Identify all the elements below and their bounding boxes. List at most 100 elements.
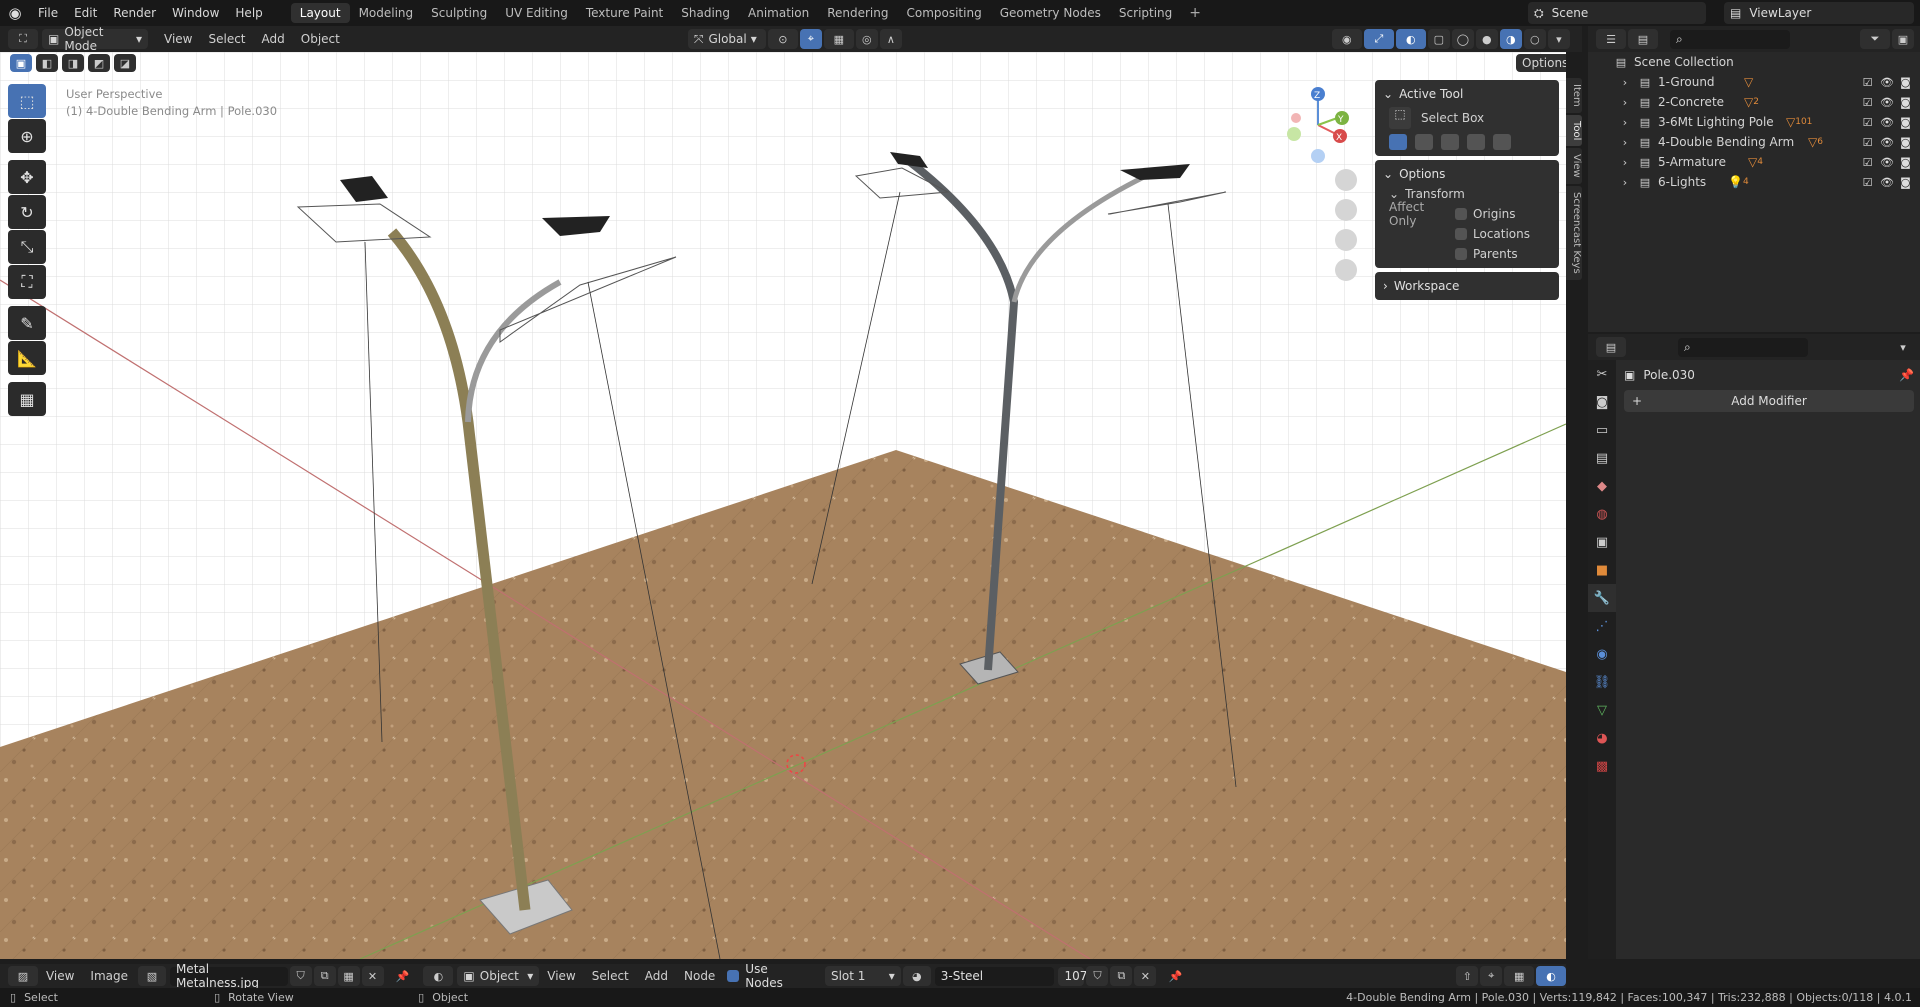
- scene-selector[interactable]: ⛭ Scene: [1528, 2, 1706, 24]
- menu-window[interactable]: Window: [164, 0, 227, 26]
- image-browse-icon[interactable]: ▧: [138, 966, 166, 986]
- camera-icon[interactable]: ◙: [1899, 76, 1912, 89]
- mode-subtract-icon[interactable]: [1441, 134, 1459, 150]
- zoom-icon[interactable]: [1335, 169, 1357, 191]
- chevron-down-icon[interactable]: ▾: [1892, 337, 1914, 357]
- tab-modeling[interactable]: Modeling: [350, 3, 423, 23]
- disclosure-icon[interactable]: ›: [1618, 96, 1632, 109]
- origins-checkbox[interactable]: [1455, 208, 1467, 220]
- camera-icon[interactable]: ◙: [1899, 136, 1912, 149]
- material-shading-icon[interactable]: ◑: [1499, 29, 1522, 49]
- editor-type-icon[interactable]: ⛶: [8, 29, 38, 49]
- mode-intersect-icon[interactable]: [1493, 134, 1511, 150]
- tab-item[interactable]: Item: [1566, 78, 1582, 113]
- snap-target-icon[interactable]: ▦: [1504, 966, 1535, 986]
- scale-tool-icon[interactable]: ⤡: [8, 230, 46, 264]
- eye-icon[interactable]: 👁: [1880, 136, 1894, 149]
- material-browse-icon[interactable]: ◕: [902, 966, 931, 986]
- view-layer-tab-icon[interactable]: ▤: [1588, 444, 1616, 472]
- checkbox-icon[interactable]: ☑: [1861, 176, 1874, 189]
- collection-tab-icon[interactable]: ▣: [1588, 528, 1616, 556]
- fake-user-icon[interactable]: ⛉: [289, 966, 312, 986]
- orientation-dropdown[interactable]: ⤧ Global ▾: [687, 29, 766, 49]
- display-mode-icon[interactable]: ▤: [1628, 29, 1658, 49]
- eye-icon[interactable]: 👁: [1880, 76, 1894, 89]
- filter-icon[interactable]: ⏷: [1860, 29, 1890, 49]
- tab-layout[interactable]: Layout: [290, 3, 350, 23]
- new-collection-icon[interactable]: ▣: [1892, 29, 1914, 49]
- tab-geometry-nodes[interactable]: Geometry Nodes: [991, 3, 1110, 23]
- tab-rendering[interactable]: Rendering: [818, 3, 897, 23]
- modifier-tab-icon[interactable]: 🔧: [1588, 584, 1616, 612]
- select-subtract-icon[interactable]: ◨: [62, 54, 84, 72]
- disclosure-icon[interactable]: ›: [1618, 176, 1632, 189]
- ortho-grid-icon[interactable]: [1335, 259, 1357, 281]
- add-workspace-icon[interactable]: +: [1181, 5, 1209, 21]
- pin-icon[interactable]: 📌: [392, 966, 414, 986]
- eye-icon[interactable]: 👁: [1880, 116, 1894, 129]
- menu-image[interactable]: Image: [82, 969, 136, 983]
- options-dropdown[interactable]: Options ▾: [1516, 54, 1566, 72]
- tab-screencast-keys[interactable]: Screencast Keys: [1566, 185, 1582, 280]
- physics-tab-icon[interactable]: ◉: [1588, 640, 1616, 668]
- menu-object[interactable]: Object: [293, 32, 348, 46]
- slot-dropdown[interactable]: Slot 1 ▾: [824, 966, 901, 986]
- menu-add[interactable]: Add: [254, 32, 293, 46]
- checkbox-icon[interactable]: ☑: [1861, 116, 1874, 129]
- 3d-viewport[interactable]: Z X Y ▣ ◧ ◨ ◩ ◪ Options ▾ ⬚ ⊕ ✥ ↻ ⤡ ⛶: [0, 52, 1566, 959]
- mode-new-icon[interactable]: [1389, 134, 1407, 150]
- snap-icon[interactable]: ⌖: [799, 29, 822, 49]
- unlink-icon[interactable]: ✕: [361, 966, 384, 986]
- mode-invert-icon[interactable]: [1467, 134, 1485, 150]
- annotate-tool-icon[interactable]: ✎: [8, 306, 46, 340]
- menu-add[interactable]: Add: [637, 969, 676, 983]
- properties-search-input[interactable]: ⌕: [1678, 337, 1808, 357]
- transform-tool-icon[interactable]: ⛶: [8, 265, 46, 299]
- options-header[interactable]: ⌄ Options: [1375, 164, 1559, 184]
- use-nodes-toggle[interactable]: Use Nodes: [727, 962, 809, 990]
- overlays-icon[interactable]: ◐: [1536, 966, 1567, 986]
- menu-render[interactable]: Render: [105, 0, 164, 26]
- outliner-row[interactable]: › ▤ 5-Armature ▽ 4 ☑ 👁 ◙: [1588, 152, 1920, 172]
- checkbox-icon[interactable]: ☑: [1861, 156, 1874, 169]
- pin-icon[interactable]: 📌: [1899, 368, 1914, 382]
- render-tab-icon[interactable]: ◙: [1588, 388, 1616, 416]
- snap-target-icon[interactable]: ▦: [823, 29, 854, 49]
- image-editor-icon[interactable]: ▨: [8, 966, 38, 986]
- outliner-row[interactable]: › ▤ 6-Lights 💡 4 ☑ 👁 ◙: [1588, 172, 1920, 192]
- checkbox-icon[interactable]: ☑: [1861, 136, 1874, 149]
- outliner-row[interactable]: › ▤ 1-Ground ▽ ☑ 👁 ◙: [1588, 72, 1920, 92]
- rendered-shading-icon[interactable]: ○: [1523, 29, 1546, 49]
- node-editor-icon[interactable]: ◐: [423, 966, 454, 986]
- outliner-row[interactable]: › ▤ 3-6Mt Lighting Pole ▽ 101 ☑ 👁 ◙: [1588, 112, 1920, 132]
- tab-scripting[interactable]: Scripting: [1110, 3, 1181, 23]
- overlays-icon[interactable]: ◐: [1395, 29, 1426, 49]
- pin-icon[interactable]: 📌: [1164, 966, 1186, 986]
- snap-icon[interactable]: ⌖: [1480, 966, 1503, 986]
- blender-logo-icon[interactable]: ◉: [0, 0, 30, 26]
- mode-dropdown[interactable]: ▣ Object Mode ▾: [42, 25, 148, 53]
- outliner-editor-icon[interactable]: ☰: [1596, 29, 1626, 49]
- camera-icon[interactable]: ◙: [1899, 156, 1912, 169]
- select-box-tool-icon[interactable]: ⬚: [8, 84, 46, 118]
- object-tab-icon[interactable]: ■: [1588, 556, 1616, 584]
- tab-texture-paint[interactable]: Texture Paint: [577, 3, 672, 23]
- eye-icon[interactable]: 👁: [1880, 156, 1894, 169]
- fake-user-icon[interactable]: ⛉: [1086, 966, 1109, 986]
- rotate-tool-icon[interactable]: ↻: [8, 195, 46, 229]
- eye-icon[interactable]: 👁: [1880, 176, 1894, 189]
- camera-icon[interactable]: ◙: [1899, 176, 1912, 189]
- material-name-field[interactable]: 3-Steel: [934, 966, 1055, 986]
- pan-hand-icon[interactable]: [1335, 199, 1357, 221]
- add-modifier-button[interactable]: + Add Modifier: [1624, 390, 1914, 412]
- solid-shading-icon[interactable]: ●: [1475, 29, 1498, 49]
- menu-node[interactable]: Node: [676, 969, 723, 983]
- workspace-header[interactable]: › Workspace: [1375, 276, 1559, 296]
- checkbox-icon[interactable]: ☑: [1861, 96, 1874, 109]
- scene-collection-row[interactable]: ▤ Scene Collection: [1588, 52, 1920, 72]
- active-tool-header[interactable]: ⌄ Active Tool: [1375, 84, 1559, 104]
- checkbox-icon[interactable]: ☑: [1861, 76, 1874, 89]
- menu-select[interactable]: Select: [200, 32, 253, 46]
- disclosure-icon[interactable]: ›: [1618, 76, 1632, 89]
- disclosure-icon[interactable]: ›: [1618, 156, 1632, 169]
